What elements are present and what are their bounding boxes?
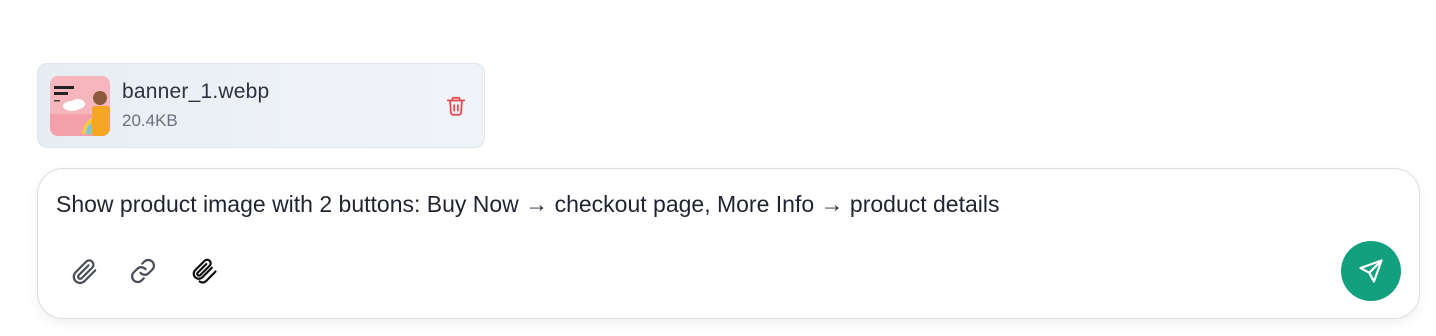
attachment-file-size: 20.4KB xyxy=(122,111,178,130)
delete-attachment-button[interactable] xyxy=(443,93,469,119)
trash-icon xyxy=(446,96,466,116)
message-input[interactable]: Show product image with 2 buttons: Buy N… xyxy=(56,191,1000,218)
attachment-thumbnail xyxy=(50,76,110,136)
attachment-card: banner_1.webp 20.4KB xyxy=(37,63,485,148)
send-icon xyxy=(1359,259,1383,283)
message-composer: Show product image with 2 buttons: Buy N… xyxy=(37,168,1420,319)
link-icon xyxy=(130,258,156,284)
add-link-button[interactable] xyxy=(125,253,161,289)
multi-attach-button[interactable] xyxy=(185,253,221,289)
attach-file-button[interactable] xyxy=(66,253,102,289)
multi-attach-icon xyxy=(192,258,217,284)
attach-file-icon xyxy=(72,259,97,285)
attachment-file-name: banner_1.webp xyxy=(122,80,270,103)
send-button[interactable] xyxy=(1341,241,1401,301)
